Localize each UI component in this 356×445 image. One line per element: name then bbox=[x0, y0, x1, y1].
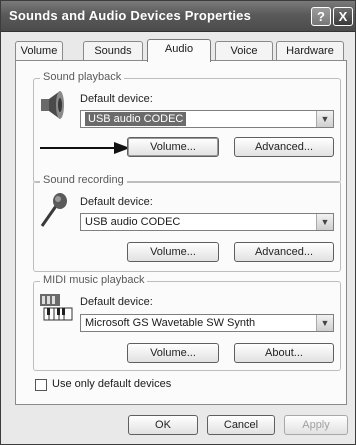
window-title: Sounds and Audio Devices Properties bbox=[9, 8, 252, 23]
tab-sounds[interactable]: Sounds bbox=[83, 41, 143, 60]
microphone-icon bbox=[40, 193, 67, 227]
playback-device-select[interactable]: USB audio CODEC ▼ bbox=[80, 110, 334, 128]
tab-hardware[interactable]: Hardware bbox=[276, 41, 344, 60]
recording-device-select[interactable]: USB audio CODEC ▼ bbox=[80, 213, 334, 231]
help-button[interactable]: ? bbox=[311, 7, 331, 26]
midi-playback-group: MIDI music playback Default device: Micr… bbox=[33, 274, 341, 371]
dialog-window: Sounds and Audio Devices Properties ? X … bbox=[0, 0, 356, 445]
default-devices-label: Use only default devices bbox=[52, 378, 172, 390]
close-button[interactable]: X bbox=[333, 7, 353, 26]
chevron-down-icon[interactable]: ▼ bbox=[316, 214, 333, 230]
midi-device-select[interactable]: Microsoft GS Wavetable SW Synth ▼ bbox=[80, 314, 334, 332]
recording-advanced-button[interactable]: Advanced... bbox=[234, 242, 334, 262]
cancel-button[interactable]: Cancel bbox=[207, 415, 275, 435]
playback-volume-button[interactable]: Volume... bbox=[127, 137, 219, 157]
midi-device-label: Default device: bbox=[80, 296, 153, 308]
midi-playback-label: MIDI music playback bbox=[40, 274, 148, 286]
sound-recording-label: Sound recording bbox=[40, 174, 127, 186]
recording-volume-button[interactable]: Volume... bbox=[127, 242, 219, 262]
tab-audio[interactable]: Audio bbox=[147, 39, 211, 62]
midi-volume-button[interactable]: Volume... bbox=[127, 343, 219, 363]
audio-tab-panel: Sound playback Default device: USB audio… bbox=[15, 60, 347, 405]
arrow-right-icon bbox=[40, 142, 130, 154]
title-bar[interactable]: Sounds and Audio Devices Properties ? X bbox=[1, 1, 355, 32]
midi-device-value: Microsoft GS Wavetable SW Synth bbox=[85, 317, 256, 329]
recording-device-label: Default device: bbox=[80, 196, 153, 208]
chevron-down-icon[interactable]: ▼ bbox=[316, 315, 333, 331]
recording-device-value: USB audio CODEC bbox=[85, 216, 181, 228]
keyboard-icon bbox=[40, 294, 73, 321]
chevron-down-icon[interactable]: ▼ bbox=[316, 111, 333, 127]
apply-button[interactable]: Apply bbox=[284, 415, 348, 435]
tab-strip: Volume Sounds Audio Voice Hardware bbox=[15, 39, 345, 62]
sound-playback-group: Sound playback Default device: USB audio… bbox=[33, 71, 341, 183]
ok-button[interactable]: OK bbox=[128, 415, 198, 435]
sound-recording-group: Sound recording Default device: USB audi… bbox=[33, 174, 341, 272]
tab-volume[interactable]: Volume bbox=[15, 41, 63, 60]
playback-device-value: USB audio CODEC bbox=[85, 112, 187, 126]
playback-device-label: Default device: bbox=[80, 93, 153, 105]
midi-about-button[interactable]: About... bbox=[234, 343, 334, 363]
playback-advanced-button[interactable]: Advanced... bbox=[234, 137, 334, 157]
tab-voice[interactable]: Voice bbox=[215, 41, 273, 60]
default-devices-checkbox[interactable] bbox=[35, 379, 47, 391]
sound-playback-label: Sound playback bbox=[40, 71, 125, 83]
speaker-icon bbox=[41, 91, 64, 119]
